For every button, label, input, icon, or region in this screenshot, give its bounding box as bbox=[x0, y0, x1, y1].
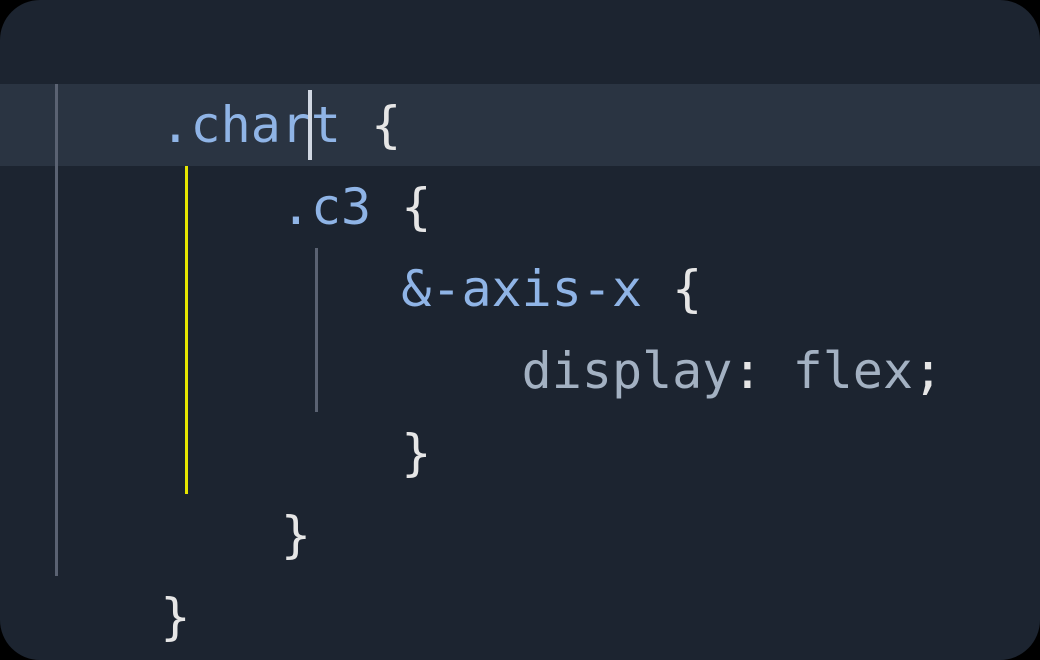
token-punct: ; bbox=[913, 342, 943, 400]
code-editor[interactable]: .chart { .c3 { &-axis-x { display: flex;… bbox=[0, 0, 1040, 660]
code-line[interactable]: } bbox=[0, 494, 1040, 576]
token-property: display bbox=[522, 342, 733, 400]
token-punct: } bbox=[401, 424, 431, 482]
token-value: flex bbox=[793, 342, 913, 400]
indent-guide bbox=[55, 84, 58, 576]
token-punct: : bbox=[732, 342, 792, 400]
token-punct: } bbox=[281, 506, 311, 564]
token-punct: { bbox=[642, 260, 702, 318]
code-line[interactable]: &-axis-x { bbox=[0, 166, 1040, 248]
token-punct: } bbox=[160, 588, 190, 646]
code-line[interactable]: .chart { bbox=[0, 2, 1040, 84]
token-selector: &-axis-x bbox=[401, 260, 642, 318]
token-selector: .c3 bbox=[281, 178, 371, 236]
code-line[interactable]: } bbox=[0, 412, 1040, 494]
token-selector: .chart bbox=[160, 96, 341, 154]
token-punct: { bbox=[341, 96, 401, 154]
text-caret bbox=[308, 90, 312, 160]
token-punct: { bbox=[371, 178, 431, 236]
code-line-active[interactable]: .c3 { bbox=[0, 84, 1040, 166]
